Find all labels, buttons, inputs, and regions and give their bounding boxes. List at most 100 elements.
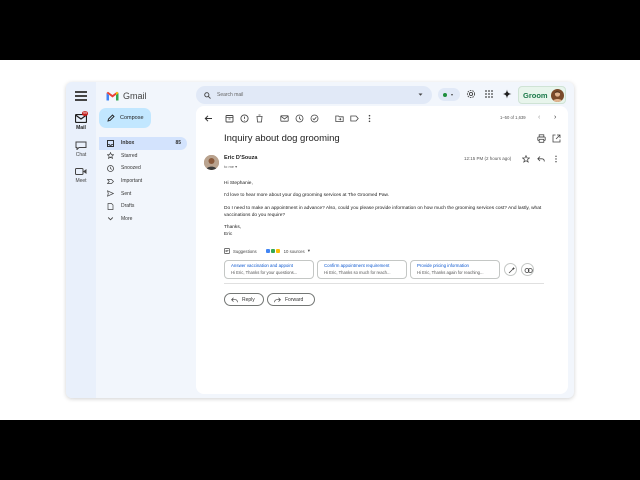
email-paragraph-1: I'd love to hear more about your dog gro… bbox=[224, 193, 390, 198]
open-new-window-icon[interactable] bbox=[552, 134, 561, 143]
nav-starred[interactable]: Starred bbox=[99, 150, 191, 163]
gmail-window: 99 Mail Chat Meet Gmail Compose Inbox 85… bbox=[66, 82, 574, 398]
clock-icon bbox=[107, 165, 114, 172]
more-suggestions-button[interactable] bbox=[521, 263, 534, 276]
send-icon bbox=[107, 190, 114, 197]
nav-sent[interactable]: Sent bbox=[99, 187, 191, 200]
suggestion-title: Answer vaccination and appoint bbox=[231, 263, 293, 268]
suggestion-preview: Hi Eric, Thanks again for reaching... bbox=[417, 270, 484, 275]
search-options-icon[interactable] bbox=[417, 91, 424, 98]
snooze-icon[interactable] bbox=[295, 114, 304, 123]
gmail-logo[interactable]: Gmail bbox=[106, 88, 147, 104]
compose-button[interactable]: Compose bbox=[99, 108, 151, 128]
recipient-text: to me bbox=[224, 164, 235, 169]
important-icon bbox=[107, 178, 114, 184]
chat-icon bbox=[75, 141, 87, 150]
nav-sent-label: Sent bbox=[121, 190, 132, 197]
suggestions-header: Suggestions 10 sources ▾ bbox=[224, 248, 310, 254]
star-icon bbox=[107, 152, 114, 160]
email-greeting: Hi Stephanie, bbox=[224, 181, 253, 186]
nav-important[interactable]: Important bbox=[99, 175, 191, 188]
archive-icon[interactable] bbox=[225, 114, 234, 123]
search-icon bbox=[204, 91, 211, 99]
nav-drafts[interactable]: Drafts bbox=[99, 200, 191, 213]
rail-chat[interactable]: Chat bbox=[66, 141, 96, 158]
label-icon[interactable] bbox=[350, 114, 359, 123]
nav-inbox[interactable]: Inbox 85 bbox=[99, 137, 187, 150]
folder-nav: Inbox 85 Starred Snoozed Important Sent … bbox=[99, 137, 191, 225]
gemini-sparkle-icon[interactable] bbox=[502, 89, 512, 99]
main-menu-icon[interactable] bbox=[75, 91, 87, 101]
suggestion-chip[interactable]: Answer vaccination and appoint Hi Eric, … bbox=[224, 260, 314, 279]
suggestions-options-icon bbox=[524, 268, 533, 273]
move-to-icon[interactable] bbox=[335, 114, 344, 123]
rail-meet-label: Meet bbox=[75, 178, 87, 184]
add-task-icon[interactable] bbox=[310, 114, 319, 123]
nav-snoozed-label: Snoozed bbox=[121, 165, 141, 172]
mail-unread-badge: 99 bbox=[82, 111, 88, 116]
print-icon[interactable] bbox=[537, 134, 546, 143]
suggestion-chip[interactable]: Provide pricing information Hi Eric, Tha… bbox=[410, 260, 500, 279]
suggestions-icon bbox=[224, 248, 230, 254]
nav-inbox-label: Inbox bbox=[121, 140, 135, 147]
message-pane: 1–50 of 1,639 ‹ › Inquiry about dog groo… bbox=[196, 106, 568, 394]
nav-snoozed[interactable]: Snoozed bbox=[99, 162, 191, 175]
workspace-logo: Groom bbox=[523, 91, 548, 100]
email-paragraph-2: Do I need to make an appointment in adva… bbox=[224, 206, 542, 218]
suggestion-chip[interactable]: Confirm appointment requirement Hi Eric,… bbox=[317, 260, 407, 279]
magic-pen-icon bbox=[508, 267, 515, 274]
sources-caret-icon[interactable]: ▾ bbox=[308, 248, 310, 254]
rail-mail[interactable]: 99 Mail bbox=[66, 111, 96, 131]
recipient-caret-icon: ▾ bbox=[235, 164, 238, 169]
nav-starred-label: Starred bbox=[121, 152, 138, 159]
mark-unread-icon[interactable] bbox=[280, 114, 289, 123]
email-signature: Eric bbox=[224, 232, 233, 237]
nav-drafts-label: Drafts bbox=[121, 203, 135, 210]
app-rail: 99 Mail Chat Meet bbox=[66, 82, 96, 398]
sender-avatar[interactable] bbox=[204, 155, 219, 170]
next-page-icon[interactable]: › bbox=[554, 114, 556, 122]
message-time: 12:15 PM (2 hours ago) bbox=[464, 156, 512, 161]
stage: 99 Mail Chat Meet Gmail Compose Inbox 85… bbox=[0, 60, 640, 420]
recipient-line[interactable]: to me ▾ bbox=[224, 164, 237, 169]
apps-grid-icon[interactable] bbox=[484, 89, 494, 99]
suggestion-preview: Hi Eric, Thanks so much for reach... bbox=[324, 270, 391, 275]
rail-chat-label: Chat bbox=[75, 152, 87, 158]
draft-icon bbox=[107, 202, 114, 210]
reply-arrow-icon bbox=[231, 297, 238, 302]
settings-icon[interactable] bbox=[466, 89, 476, 99]
reply-label: Reply bbox=[242, 296, 255, 303]
message-more-icon[interactable] bbox=[552, 155, 560, 163]
refine-suggestion-button[interactable] bbox=[504, 263, 517, 276]
more-vert-icon[interactable] bbox=[365, 114, 374, 123]
nav-more[interactable]: More bbox=[99, 213, 191, 226]
sender-name[interactable]: Eric D'Souza bbox=[224, 155, 257, 161]
search-bar[interactable]: Search mail bbox=[196, 86, 432, 104]
suggestion-title: Confirm appointment requirement bbox=[324, 263, 390, 268]
sources-count[interactable]: 10 sources bbox=[284, 249, 305, 254]
email-signoff: Thanks, bbox=[224, 225, 242, 230]
app-name: Gmail bbox=[123, 91, 147, 101]
email-subject: Inquiry about dog grooming bbox=[224, 133, 340, 144]
account-badge[interactable]: Groom bbox=[518, 86, 566, 104]
status-indicator[interactable]: ▾ bbox=[438, 88, 460, 101]
avatar bbox=[551, 89, 564, 102]
nav-more-label: More bbox=[121, 215, 133, 222]
source-icons bbox=[265, 248, 281, 254]
inbox-count: 85 bbox=[175, 140, 181, 147]
reply-icon[interactable] bbox=[537, 155, 545, 163]
star-message-icon[interactable] bbox=[522, 155, 530, 163]
rail-mail-label: Mail bbox=[76, 125, 86, 131]
search-input[interactable]: Search mail bbox=[217, 92, 243, 98]
delete-icon[interactable] bbox=[255, 114, 264, 123]
rail-meet[interactable]: Meet bbox=[66, 167, 96, 184]
chevron-down-icon bbox=[107, 217, 114, 221]
report-spam-icon[interactable] bbox=[240, 114, 249, 123]
reply-button[interactable]: Reply bbox=[224, 293, 264, 306]
forward-button[interactable]: Forward bbox=[267, 293, 315, 306]
prev-page-icon[interactable]: ‹ bbox=[538, 114, 540, 122]
pagination-text: 1–50 of 1,639 bbox=[500, 115, 526, 120]
nav-important-label: Important bbox=[121, 178, 143, 185]
forward-label: Forward bbox=[285, 296, 304, 303]
back-arrow-icon[interactable] bbox=[204, 114, 213, 123]
